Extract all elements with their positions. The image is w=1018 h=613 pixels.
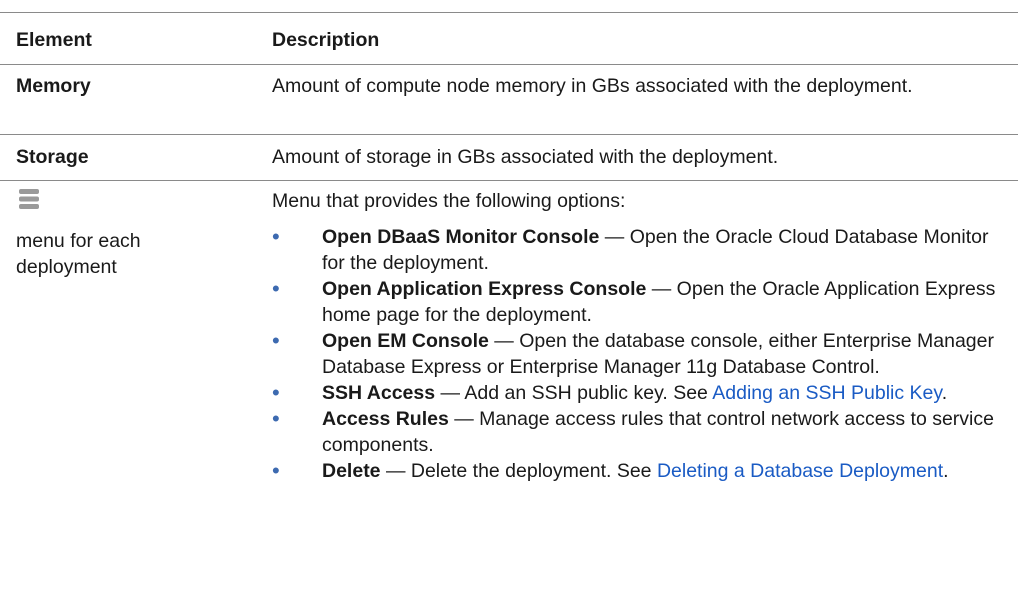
menu-description: Menu that provides the following options… — [272, 188, 1002, 484]
list-item: • Delete — Delete the deployment. See De… — [272, 458, 1002, 484]
option-title: Open Application Express Console — [322, 278, 647, 300]
list-item: • Open DBaaS Monitor Console — Open the … — [272, 224, 1002, 276]
option-text: — Delete the deployment. See — [380, 460, 657, 482]
option-title: SSH Access — [322, 382, 436, 404]
menu-options-list: • Open DBaaS Monitor Console — Open the … — [272, 224, 1002, 484]
bullet-icon: • — [272, 458, 280, 483]
row-rule — [0, 180, 1018, 181]
option-title: Delete — [322, 460, 381, 482]
option-title: Open DBaaS Monitor Console — [322, 226, 600, 248]
adding-ssh-key-link[interactable]: Adding an SSH Public Key — [712, 382, 941, 404]
row-storage-description: Amount of storage in GBs associated with… — [272, 146, 779, 168]
row-rule — [0, 134, 1018, 135]
option-title: Open EM Console — [322, 330, 489, 352]
option-text: — Add an SSH public key. See — [435, 382, 713, 404]
list-item: • SSH Access — Add an SSH public key. Se… — [272, 380, 1002, 406]
bullet-icon: • — [272, 380, 280, 405]
bullet-icon: • — [272, 406, 280, 431]
header-element: Element — [16, 29, 92, 51]
list-item: • Access Rules — Manage access rules tha… — [272, 406, 1002, 458]
menu-intro: Menu that provides the following options… — [272, 190, 626, 212]
row-storage-element: Storage — [16, 146, 89, 168]
row-memory-element: Memory — [16, 75, 91, 97]
option-after: . — [943, 460, 949, 482]
header-rule — [0, 64, 1018, 65]
hamburger-menu-icon[interactable] — [18, 188, 40, 210]
list-item: • Open Application Express Console — Ope… — [272, 276, 1002, 328]
deleting-deployment-link[interactable]: Deleting a Database Deployment — [657, 460, 943, 482]
list-item: • Open EM Console — Open the database co… — [272, 328, 1002, 380]
header-description: Description — [272, 29, 380, 51]
bullet-icon: • — [272, 224, 280, 249]
menu-element-label: menu for each deployment — [16, 230, 141, 278]
option-title: Access Rules — [322, 408, 449, 430]
row-memory-description: Amount of compute node memory in GBs ass… — [272, 75, 913, 97]
bullet-icon: • — [272, 276, 280, 301]
option-after: . — [941, 382, 948, 404]
top-rule — [0, 12, 1018, 13]
bullet-icon: • — [272, 328, 280, 353]
